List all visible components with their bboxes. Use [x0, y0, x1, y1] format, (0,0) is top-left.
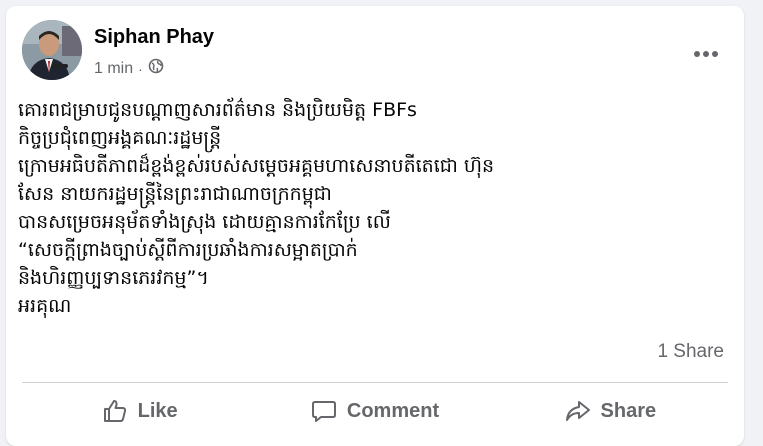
post-body-line: បានសម្រេចអនុម័តទាំងស្រុង ដោយគ្មានការកែប្…	[18, 211, 391, 233]
post-body-line: គោរពជម្រាបជូនបណ្ដាញសារព័ត៌មាន និងប្រិយមិ…	[18, 99, 417, 121]
comment-icon	[311, 398, 337, 424]
post-timestamp[interactable]: 1 min	[94, 60, 133, 78]
globe-icon	[148, 58, 164, 79]
post-body-line: “សេចក្ដីព្រាងច្បាប់ស្ដីពីការប្រឆាំងការសម…	[18, 239, 358, 261]
thumbs-up-icon	[102, 398, 128, 424]
post-body-line: សែន នាយករដ្ឋមន្ត្រីនៃព្រះរាជាណាចក្រកម្ពុ…	[18, 183, 332, 205]
post-card: Siphan Phay 1 min · គោរពជម្រាបជូនបណ្ដាញស…	[6, 6, 744, 446]
share-button[interactable]: Share	[493, 388, 728, 434]
post-body-line: អរគុណ	[18, 295, 72, 317]
author-name[interactable]: Siphan Phay	[94, 26, 214, 49]
comment-button[interactable]: Comment	[257, 388, 492, 434]
post-body-line: និងហិរញ្ញប្បទានភេរវកម្ម”។	[18, 267, 209, 289]
post-meta: 1 min ·	[94, 58, 164, 79]
avatar[interactable]	[22, 20, 82, 80]
post-body-line: កិច្ចប្រជុំពេញអង្គគណៈរដ្ឋមន្ត្រី	[18, 127, 222, 149]
post-body-line: ក្រោមអធិបតីភាពដ៏ខ្ពង់ខ្ពស់របស់សម្ដេចអគ្គ…	[18, 155, 495, 177]
more-horizontal-icon	[693, 43, 719, 62]
share-label: Share	[600, 399, 657, 422]
like-label: Like	[137, 399, 178, 422]
comment-label: Comment	[346, 399, 440, 422]
meta-separator: ·	[138, 60, 143, 77]
more-options-button[interactable]	[686, 32, 726, 72]
post-body: គោរពជម្រាបជូនបណ្ដាញសារព័ត៌មាន និងប្រិយមិ…	[18, 96, 730, 320]
share-icon	[565, 398, 591, 424]
action-bar: Like Comment Share	[22, 388, 728, 434]
post-header: Siphan Phay 1 min ·	[22, 20, 728, 90]
share-count[interactable]: 1 Share	[657, 341, 724, 363]
like-button[interactable]: Like	[22, 388, 257, 434]
divider	[22, 382, 728, 383]
avatar-photo	[22, 20, 82, 80]
